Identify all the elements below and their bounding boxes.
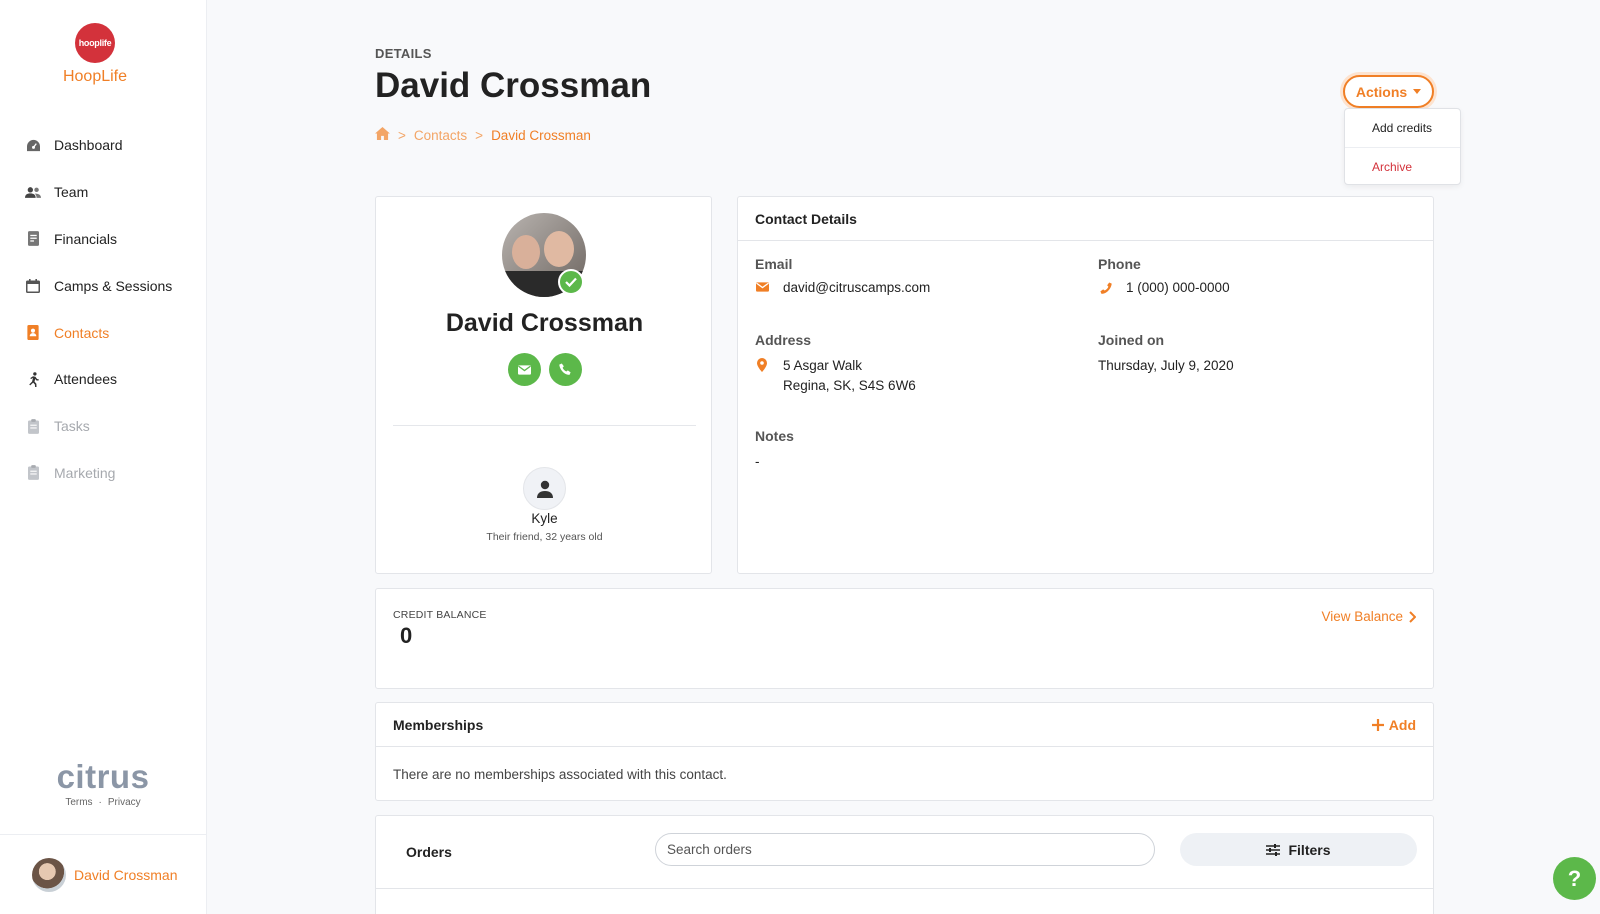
address-label: Address xyxy=(755,332,812,348)
brand-name: HoopLife xyxy=(62,68,128,85)
sidebar-item-label: Marketing xyxy=(54,464,116,481)
contact-details-title: Contact Details xyxy=(738,197,1433,241)
runner-icon xyxy=(25,371,41,387)
notes-value: - xyxy=(755,454,760,469)
sliders-icon xyxy=(1266,843,1281,856)
credit-balance-card: CREDIT BALANCE 0 View Balance xyxy=(375,588,1434,689)
notes-label: Notes xyxy=(755,428,794,444)
user-name: David Crossman xyxy=(74,866,178,883)
email-button[interactable] xyxy=(507,353,541,386)
view-balance-label: View Balance xyxy=(1321,609,1403,624)
clipboard-icon xyxy=(25,418,41,434)
sidebar-item-label: Attendees xyxy=(54,371,118,388)
plus-icon xyxy=(1371,718,1384,731)
sidebar-item-attendees[interactable]: Attendees xyxy=(0,356,206,403)
citrus-logo: citrus xyxy=(56,758,150,795)
home-icon[interactable] xyxy=(375,127,390,143)
sidebar-item-tasks[interactable]: Tasks xyxy=(0,403,206,450)
breadcrumb-current: David Crossman xyxy=(491,127,591,143)
breadcrumb-separator: > xyxy=(398,127,406,143)
page-eyebrow: DETAILS xyxy=(375,46,432,61)
breadcrumb: > Contacts > David Crossman xyxy=(375,127,591,143)
help-button[interactable]: ? xyxy=(1553,857,1596,900)
team-icon xyxy=(25,184,41,200)
address-line2: Regina, SK, S4S 6W6 xyxy=(783,378,916,393)
sidebar-item-label: Tasks xyxy=(54,418,90,435)
chevron-right-icon xyxy=(1409,610,1416,623)
page-title: David Crossman xyxy=(375,66,652,105)
view-balance-link[interactable]: View Balance xyxy=(1321,609,1416,624)
breadcrumb-contacts[interactable]: Contacts xyxy=(414,128,467,143)
search-orders-input[interactable] xyxy=(655,833,1155,866)
phone-label: Phone xyxy=(1098,256,1141,272)
envelope-icon xyxy=(517,364,531,375)
caret-down-icon xyxy=(1413,89,1422,94)
email-label: Email xyxy=(755,256,793,272)
address-line1: 5 Asgar Walk xyxy=(783,358,863,373)
divider xyxy=(393,425,696,426)
sidebar-item-marketing[interactable]: Marketing xyxy=(0,450,206,497)
actions-button[interactable]: Actions xyxy=(1343,75,1434,108)
terms-link[interactable]: Terms xyxy=(65,797,92,808)
financials-icon xyxy=(25,231,41,247)
orders-card: Orders Filters xyxy=(375,815,1434,914)
clipboard-icon xyxy=(25,465,41,481)
sidebar: hooplife HoopLife Dashboard Team Financi… xyxy=(0,0,207,914)
related-contact-name[interactable]: Kyle xyxy=(376,511,713,526)
related-contact-description: Their friend, 32 years old xyxy=(486,531,603,543)
memberships-empty-message: There are no memberships associated with… xyxy=(393,767,727,782)
call-button[interactable] xyxy=(548,353,582,386)
menu-item-add-credits[interactable]: Add credits xyxy=(1345,109,1460,147)
sidebar-item-financials[interactable]: Financials xyxy=(0,216,206,263)
credit-balance-value: 0 xyxy=(400,623,413,648)
contact-details-card: Contact Details Email david@citruscamps.… xyxy=(737,196,1434,574)
calendar-icon xyxy=(25,278,41,294)
breadcrumb-separator: > xyxy=(475,127,484,143)
joined-label: Joined on xyxy=(1098,332,1165,348)
joined-value: Thursday, July 9, 2020 xyxy=(1098,358,1234,373)
privacy-link[interactable]: Privacy xyxy=(108,797,141,808)
sidebar-item-team[interactable]: Team xyxy=(0,169,206,216)
related-contact-avatar[interactable] xyxy=(523,467,566,510)
memberships-title: Memberships xyxy=(393,716,484,733)
sidebar-item-label: Team xyxy=(54,184,89,201)
envelope-icon xyxy=(755,280,769,292)
actions-menu: Add credits Archive xyxy=(1344,108,1461,185)
add-label: Add xyxy=(1388,716,1416,733)
sidebar-nav: Dashboard Team Financials Camps & Sessio… xyxy=(0,122,206,496)
sidebar-item-camps-sessions[interactable]: Camps & Sessions xyxy=(0,262,206,309)
citrus-footer: citrus Terms · Privacy xyxy=(0,760,206,808)
credit-balance-label: CREDIT BALANCE xyxy=(393,609,487,621)
map-pin-icon xyxy=(755,356,769,372)
add-membership-button[interactable]: Add xyxy=(1371,716,1416,733)
brand[interactable]: hooplife HoopLife xyxy=(0,23,190,86)
avatar xyxy=(32,857,66,892)
phone-icon xyxy=(1098,280,1112,295)
user-icon xyxy=(536,480,553,498)
sidebar-item-label: Contacts xyxy=(54,324,110,341)
profile-card: David Crossman Kyle Their friend, 32 yea… xyxy=(375,196,712,574)
phone-value[interactable]: 1 (000) 000-0000 xyxy=(1126,280,1230,295)
actions-label: Actions xyxy=(1355,83,1408,100)
footer-separator: · xyxy=(98,797,102,808)
filters-button[interactable]: Filters xyxy=(1180,833,1417,866)
sidebar-item-label: Financials xyxy=(54,230,118,247)
filters-label: Filters xyxy=(1288,841,1331,858)
profile-name: David Crossman xyxy=(445,309,644,337)
contacts-icon xyxy=(25,325,41,341)
current-user[interactable]: David Crossman xyxy=(0,834,206,914)
brand-logo: hooplife xyxy=(75,23,115,63)
verified-check-icon xyxy=(558,269,584,295)
dashboard-icon xyxy=(25,137,41,153)
menu-item-archive[interactable]: Archive xyxy=(1345,147,1460,185)
sidebar-item-dashboard[interactable]: Dashboard xyxy=(0,122,206,169)
sidebar-item-label: Camps & Sessions xyxy=(54,277,173,294)
memberships-card: Memberships Add There are no memberships… xyxy=(375,702,1434,801)
phone-icon xyxy=(558,363,571,375)
sidebar-item-label: Dashboard xyxy=(54,137,123,154)
sidebar-item-contacts[interactable]: Contacts xyxy=(0,309,206,356)
email-value[interactable]: david@citruscamps.com xyxy=(783,280,930,295)
